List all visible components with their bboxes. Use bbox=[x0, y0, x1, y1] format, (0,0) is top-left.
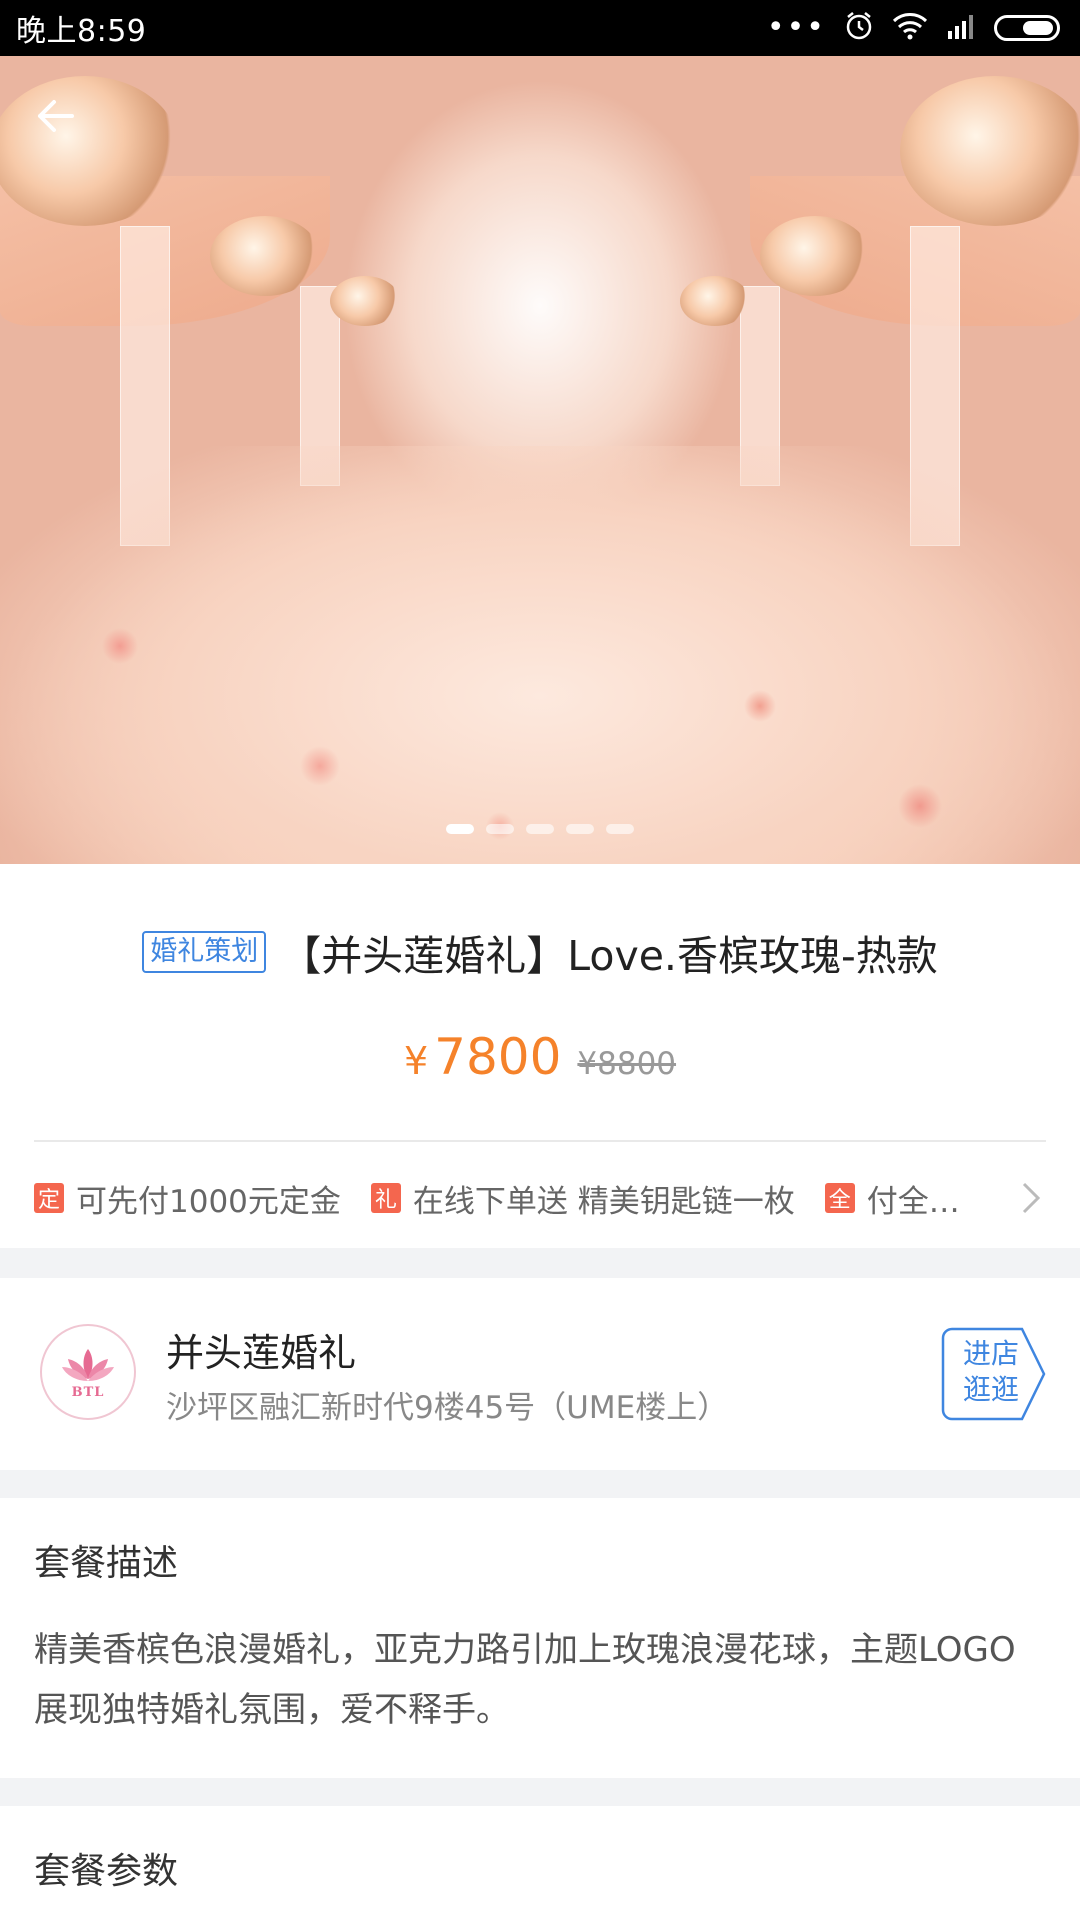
promotion-text: 在线下单送 精美钥匙链一枚 bbox=[412, 1183, 795, 1220]
back-arrow-icon bbox=[38, 100, 74, 132]
store-card[interactable]: BTL 并头莲婚礼 沙坪区融汇新时代9楼45号（UME楼上） 进店逛逛 bbox=[0, 1278, 1080, 1470]
back-button[interactable] bbox=[28, 88, 84, 144]
store-address: 沙坪区融汇新时代9楼45号（UME楼上） bbox=[166, 1390, 729, 1426]
hero-flower bbox=[900, 76, 1080, 226]
wifi-icon bbox=[892, 12, 928, 44]
page-dot bbox=[606, 824, 634, 834]
promotion-item: 定 可先付1000元定金 bbox=[34, 1176, 341, 1221]
status-time: 晚上8:59 bbox=[16, 14, 147, 49]
lotus-logo bbox=[62, 1348, 114, 1381]
enter-store-label: 进店逛逛 bbox=[962, 1337, 1019, 1406]
chevron-right-icon bbox=[1022, 1182, 1041, 1214]
deposit-badge-icon: 定 bbox=[34, 1183, 64, 1213]
price-value: 7800 bbox=[434, 1028, 562, 1086]
page-dot bbox=[446, 824, 474, 834]
package-description-card: 套餐描述 精美香槟色浪漫婚礼，亚克力路引加上玫瑰浪漫花球，主题LOGO展现独特婚… bbox=[0, 1498, 1080, 1778]
divider bbox=[34, 1140, 1046, 1142]
price-symbol: ¥ bbox=[403, 1039, 429, 1083]
original-price: ¥8800 bbox=[577, 1046, 677, 1082]
status-bar: 晚上8:59 ••• bbox=[0, 0, 1080, 56]
store-name: 并头莲婚礼 bbox=[166, 1331, 357, 1375]
enter-store-button[interactable]: 进店逛逛 bbox=[940, 1326, 1048, 1422]
hero-flower bbox=[330, 276, 400, 326]
hero-flower bbox=[760, 216, 870, 296]
status-icons: ••• bbox=[767, 11, 1060, 45]
promotion-text: 可先付1000元定金 bbox=[76, 1183, 341, 1220]
price-row: ¥7800 ¥8800 bbox=[0, 1028, 1080, 1086]
store-logo: BTL bbox=[40, 1324, 136, 1420]
description-text: 精美香槟色浪漫婚礼，亚克力路引加上玫瑰浪漫花球，主题LOGO展现独特婚礼氛围，爱… bbox=[34, 1630, 1016, 1730]
promotion-item: 礼 在线下单送 精美钥匙链一枚 bbox=[370, 1176, 795, 1221]
package-parameters-card: 套餐参数 bbox=[0, 1806, 1080, 1920]
signal-icon bbox=[946, 13, 976, 43]
product-info-card: 婚礼策划 【并头莲婚礼】Love.香槟玫瑰-热款 ¥7800 ¥8800 定 可… bbox=[0, 864, 1080, 1248]
more-dots-icon: ••• bbox=[766, 10, 826, 45]
battery-icon bbox=[994, 15, 1060, 41]
page-dot bbox=[526, 824, 554, 834]
promotion-text: 付全… bbox=[866, 1183, 960, 1220]
section-title: 套餐描述 bbox=[34, 1543, 179, 1584]
logo-monogram: BTL bbox=[71, 1384, 105, 1400]
product-title: 【并头莲婚礼】Love.香槟玫瑰-热款 bbox=[280, 932, 938, 980]
gallery-page-indicator bbox=[0, 824, 1080, 834]
full-payment-badge-icon: 全 bbox=[824, 1183, 855, 1213]
hero-aisle bbox=[0, 446, 1080, 864]
section-title: 套餐参数 bbox=[34, 1851, 179, 1892]
product-image-gallery[interactable] bbox=[0, 56, 1080, 864]
page-dot bbox=[486, 824, 514, 834]
alarm-icon bbox=[844, 11, 874, 45]
promotion-item: 全 付全… bbox=[824, 1176, 960, 1221]
current-price: ¥7800 bbox=[404, 1028, 561, 1086]
title-row: 婚礼策划 【并头莲婚礼】Love.香槟玫瑰-热款 bbox=[0, 922, 1080, 982]
page-dot bbox=[566, 824, 594, 834]
category-tag: 婚礼策划 bbox=[142, 931, 267, 973]
hero-flower bbox=[210, 216, 320, 296]
hero-flower bbox=[680, 276, 750, 326]
promotions-row[interactable]: 定 可先付1000元定金 礼 在线下单送 精美钥匙链一枚 全 付全… bbox=[34, 1170, 1046, 1226]
gift-badge-icon: 礼 bbox=[370, 1183, 401, 1213]
